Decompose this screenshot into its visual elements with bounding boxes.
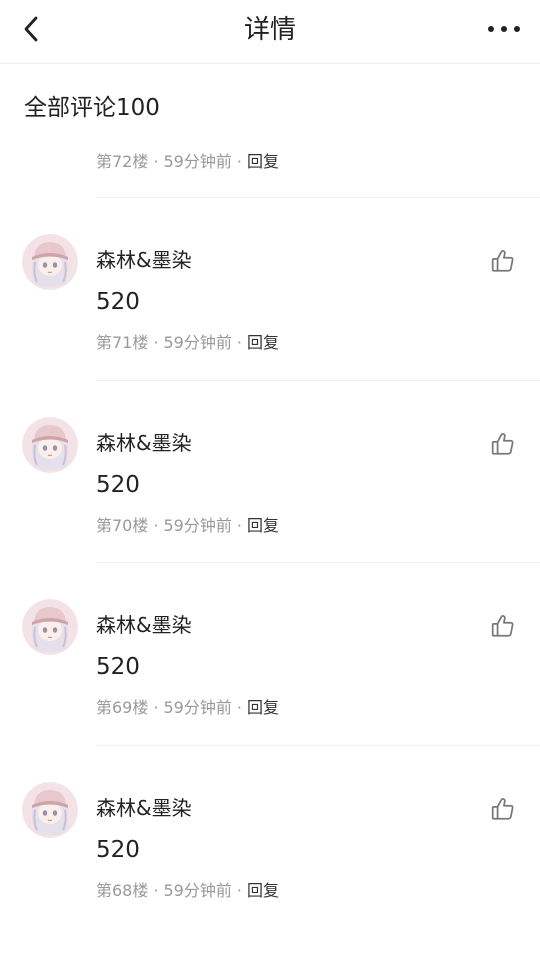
top-nav-bar: 详情: [0, 0, 540, 64]
comment-time: 59分钟前: [163, 516, 232, 535]
reply-button[interactable]: 回复: [247, 881, 279, 900]
username[interactable]: 森林&墨染: [96, 429, 192, 457]
meta-separator: ·: [153, 881, 159, 900]
divider: [96, 745, 540, 746]
avatar-image: [22, 234, 78, 290]
divider: [96, 197, 540, 198]
comment-time: 59分钟前: [163, 152, 232, 171]
back-button[interactable]: [16, 14, 46, 44]
reply-button[interactable]: 回复: [247, 698, 279, 717]
comment-meta: 第68楼 · 59分钟前 · 回复: [96, 880, 279, 902]
floor-number: 第68楼: [96, 881, 149, 900]
floor-number: 第72楼: [96, 152, 149, 171]
reply-button[interactable]: 回复: [247, 333, 279, 352]
meta-separator: ·: [236, 698, 242, 717]
reply-button[interactable]: 回复: [247, 516, 279, 535]
all-comments-heading: 全部评论100: [24, 95, 160, 121]
comment-content: 520: [96, 654, 140, 680]
comment-meta: 第72楼 · 59分钟前 · 回复: [96, 151, 279, 173]
comment-time: 59分钟前: [163, 333, 232, 352]
divider: [96, 562, 540, 563]
like-button[interactable]: [488, 611, 518, 641]
avatar[interactable]: [22, 782, 78, 838]
chevron-left-icon: [24, 16, 38, 42]
comment-item: 森林&墨染 520 第71楼 · 59分钟前 · 回复: [0, 234, 540, 416]
avatar[interactable]: [22, 234, 78, 290]
avatar-image: [22, 417, 78, 473]
divider: [96, 380, 540, 381]
comment-content: 520: [96, 472, 140, 498]
more-horizontal-icon: [488, 26, 520, 32]
comment-meta: 第70楼 · 59分钟前 · 回复: [96, 515, 279, 537]
more-button[interactable]: [484, 14, 524, 44]
username[interactable]: 森林&墨染: [96, 611, 192, 639]
thumbs-up-icon: [491, 250, 514, 272]
like-button[interactable]: [488, 429, 518, 459]
meta-separator: ·: [153, 333, 159, 352]
avatar-image: [22, 599, 78, 655]
meta-separator: ·: [153, 152, 159, 171]
meta-separator: ·: [153, 698, 159, 717]
meta-separator: ·: [236, 333, 242, 352]
like-button[interactable]: [488, 794, 518, 824]
thumbs-up-icon: [491, 615, 514, 637]
comment-item: 森林&墨染 520 第70楼 · 59分钟前 · 回复: [0, 417, 540, 599]
meta-separator: ·: [153, 516, 159, 535]
floor-number: 第71楼: [96, 333, 149, 352]
reply-button[interactable]: 回复: [247, 152, 279, 171]
avatar[interactable]: [22, 599, 78, 655]
thumbs-up-icon: [491, 433, 514, 455]
comment-time: 59分钟前: [163, 881, 232, 900]
meta-separator: ·: [236, 881, 242, 900]
meta-separator: ·: [236, 152, 242, 171]
username[interactable]: 森林&墨染: [96, 246, 192, 274]
comment-item: 森林&墨染 520 第68楼 · 59分钟前 · 回复: [0, 782, 540, 964]
thumbs-up-icon: [491, 798, 514, 820]
meta-separator: ·: [236, 516, 242, 535]
floor-number: 第69楼: [96, 698, 149, 717]
username[interactable]: 森林&墨染: [96, 794, 192, 822]
comment-meta: 第69楼 · 59分钟前 · 回复: [96, 697, 279, 719]
avatar-image: [22, 782, 78, 838]
comment-content: 520: [96, 837, 140, 863]
comment-time: 59分钟前: [163, 698, 232, 717]
comment-item: 森林&墨染 520 第69楼 · 59分钟前 · 回复: [0, 599, 540, 781]
page-title: 详情: [243, 15, 296, 45]
comment-content: 520: [96, 289, 140, 315]
like-button[interactable]: [488, 246, 518, 276]
floor-number: 第70楼: [96, 516, 149, 535]
avatar[interactable]: [22, 417, 78, 473]
comment-meta: 第71楼 · 59分钟前 · 回复: [96, 332, 279, 354]
